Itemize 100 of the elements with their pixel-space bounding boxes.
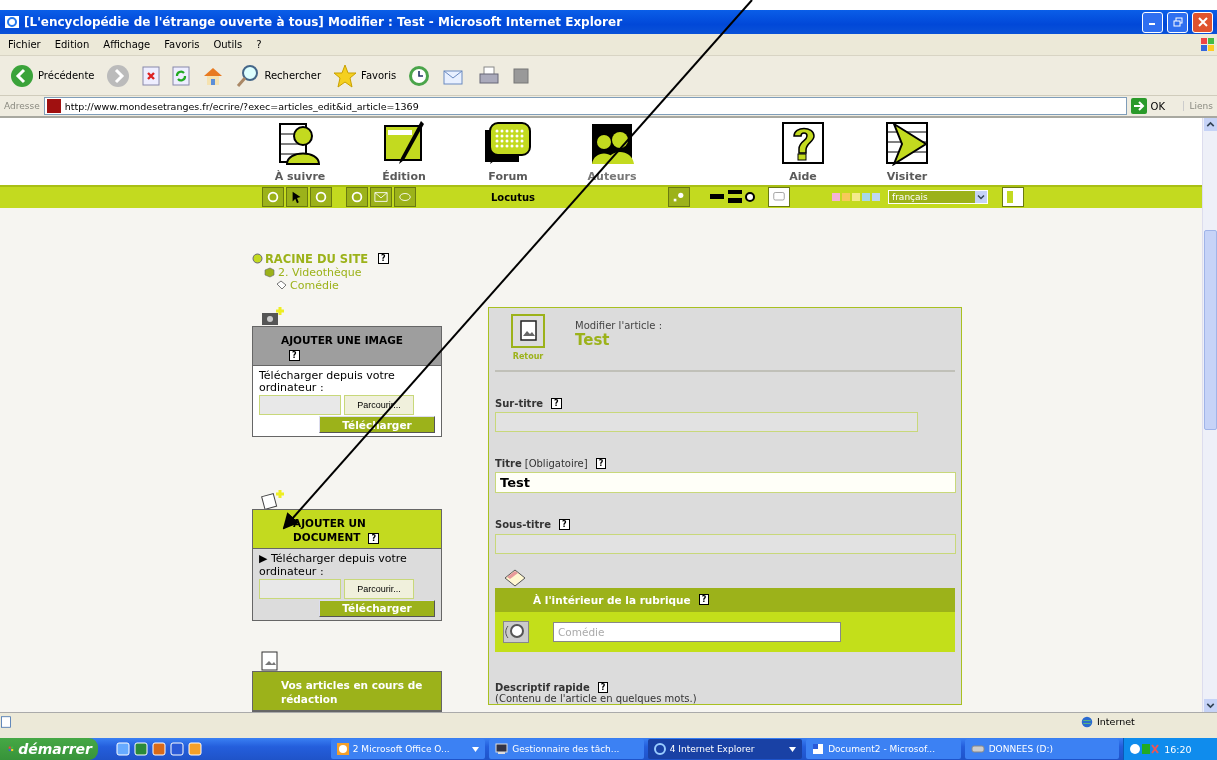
- printer-icon: [478, 64, 501, 87]
- upload-instruction: Télécharger depuis votre ordinateur :: [259, 369, 396, 395]
- window-title: [L'encyclopédie de l'étrange ouverte à tous] Modifier : Test - Microsoft Internet Explorer: [24, 15, 624, 29]
- address-url: http://www.mondesetranges.fr/ecrire/?exec=articles_edit&id_article=1369: [64, 100, 419, 112]
- group-icon: [590, 121, 634, 166]
- address-label: Adresse: [4, 101, 40, 111]
- panel-title: AJOUTER UN DOCUMENT: [293, 517, 366, 544]
- document-plus-icon: [260, 489, 286, 510]
- file-field[interactable]: [259, 395, 341, 416]
- quick-launch-icon[interactable]: [188, 742, 202, 756]
- help-icon[interactable]: ?: [551, 397, 562, 409]
- nav-tab[interactable]: Visiter: [855, 118, 959, 185]
- file-field[interactable]: [259, 578, 341, 599]
- scrollbar[interactable]: [1202, 118, 1217, 712]
- panel-title: AJOUTER UNE IMAGE: [281, 333, 403, 346]
- taskbar-button[interactable]: 4 Internet Explorer: [647, 739, 803, 759]
- go-arrow-icon: [1130, 98, 1147, 114]
- help-icon[interactable]: ?: [289, 349, 300, 361]
- required-note: [Obligatoire]: [524, 458, 588, 470]
- minimize-button[interactable]: [1142, 11, 1163, 33]
- nav-tab[interactable]: À suivre: [248, 118, 352, 185]
- article-title: Test: [575, 330, 611, 349]
- cube-icon: [264, 266, 275, 278]
- help-icon[interactable]: ?: [595, 458, 607, 470]
- toolbar-button[interactable]: Rechercher: [234, 60, 324, 91]
- window-icon: [772, 191, 786, 204]
- help-icon[interactable]: ?: [698, 594, 710, 606]
- note-icon: [503, 567, 527, 588]
- refresh-icon: [172, 65, 191, 86]
- user-name[interactable]: Locutus: [438, 191, 588, 203]
- menu-item[interactable]: ?: [256, 39, 262, 50]
- help-icon[interactable]: ?: [378, 253, 389, 265]
- toolbar-button[interactable]: Favoris: [331, 60, 399, 91]
- toolbar-button[interactable]: Précédente: [8, 60, 97, 91]
- taskbar-button[interactable]: Document2 - Microsof...: [806, 739, 961, 759]
- field-hint: (Contenu de l'article en quelques mots.): [495, 692, 698, 704]
- browser-icon: [653, 743, 666, 755]
- field-label: Sous-titre: [495, 519, 551, 531]
- section-field[interactable]: Comédie: [553, 621, 841, 642]
- nav-tab[interactable]: Aide: [751, 118, 855, 185]
- toolbar-icon-button[interactable]: [286, 187, 308, 208]
- go-button[interactable]: OK: [1130, 98, 1179, 114]
- taskbar-button[interactable]: DONNEES (D:): [964, 739, 1120, 759]
- restore-button[interactable]: [1167, 11, 1188, 33]
- taskbar-button[interactable]: Gestionnaire des tâch...: [489, 739, 644, 759]
- page-icon: [512, 66, 531, 85]
- menu-item[interactable]: Edition: [54, 39, 90, 50]
- taskbar-button[interactable]: 2 Microsoft Office O...: [330, 739, 486, 759]
- restore-icon: [1172, 17, 1183, 27]
- nav-tab[interactable]: Forum: [456, 118, 560, 185]
- site-icon: [46, 99, 61, 113]
- clock: 16:20: [1164, 743, 1192, 755]
- quick-launch-icon[interactable]: [116, 742, 130, 756]
- close-button[interactable]: [1192, 11, 1213, 33]
- menu-item[interactable]: Affichage: [103, 39, 151, 50]
- star-icon: [333, 63, 358, 88]
- menu-item[interactable]: Outils: [213, 39, 243, 50]
- section-title: À l'intérieur de la rubrique: [533, 593, 691, 606]
- quick-launch-icon[interactable]: [170, 742, 184, 756]
- field-label: Sur-titre: [495, 397, 544, 409]
- dropdown-caret-icon: [975, 191, 987, 204]
- field-label: Titre: [495, 458, 522, 470]
- color-swatches-drawing[interactable]: [832, 193, 882, 202]
- help-icon[interactable]: ?: [368, 533, 380, 545]
- close-icon: [1197, 17, 1208, 27]
- envelope-icon: [374, 190, 388, 205]
- help-icon[interactable]: ?: [559, 519, 570, 531]
- picture-document-icon: [511, 313, 545, 348]
- nav-tab[interactable]: Édition: [352, 118, 456, 185]
- drive-icon: [970, 744, 985, 754]
- field-label: Descriptif rapide: [495, 681, 590, 693]
- menu-item[interactable]: Fichier: [8, 39, 41, 50]
- speech-bubble-icon: [484, 121, 532, 166]
- search-icon: [236, 63, 261, 88]
- quick-launch-icon[interactable]: [134, 742, 148, 756]
- form-heading: Modifier l'article :: [575, 319, 663, 331]
- person-icon: [279, 121, 321, 166]
- page-icon: [0, 715, 12, 728]
- menu-item[interactable]: Favoris: [164, 39, 200, 50]
- clock-icon: [336, 743, 349, 755]
- help-icon[interactable]: ?: [597, 681, 609, 693]
- arrow-on-page-icon: [886, 121, 928, 166]
- document-icon: [812, 743, 825, 755]
- browse-button[interactable]: Parcourir...: [344, 578, 414, 599]
- question-mark-icon: [782, 121, 824, 166]
- stop-icon: [142, 65, 161, 86]
- text-field[interactable]: Test: [495, 472, 956, 494]
- folder-icon: [276, 279, 287, 291]
- panel-title: Vos articles en cours de rédaction: [253, 671, 441, 711]
- text-field[interactable]: [495, 412, 918, 433]
- text-field[interactable]: [495, 533, 956, 554]
- browser-icon: [4, 14, 20, 30]
- windows-flag-icon: [1199, 36, 1217, 53]
- security-zone: Internet: [1097, 716, 1136, 727]
- address-field[interactable]: http://www.mondesetranges.fr/ecrire/?exec=articles_edit&id_article=1369: [43, 97, 1127, 115]
- tray-icon: [1130, 743, 1161, 755]
- camera-plus-icon: [260, 305, 286, 326]
- quick-launch-icon[interactable]: [152, 742, 166, 756]
- upload-instruction: ▶ Télécharger depuis votre ordinateur :: [259, 553, 408, 578]
- clock-icon: [408, 64, 431, 87]
